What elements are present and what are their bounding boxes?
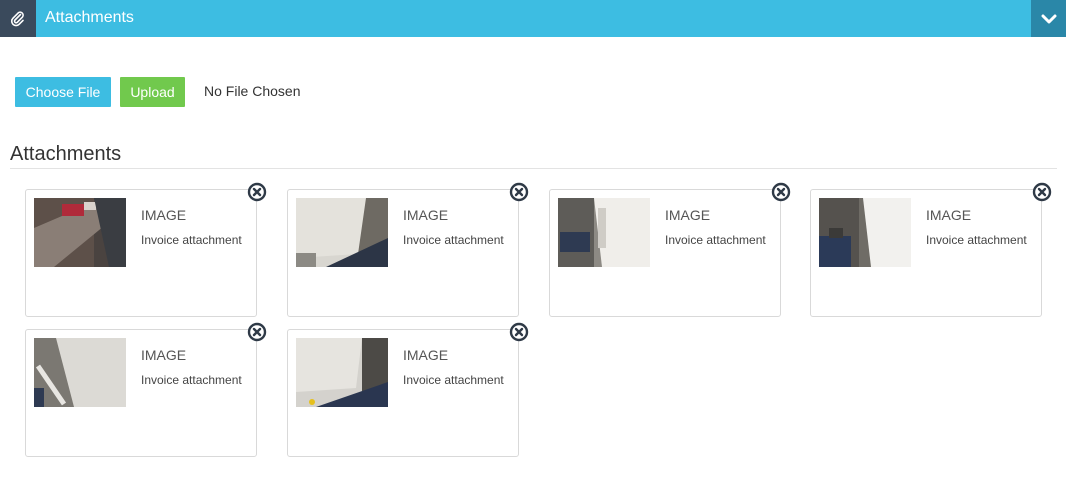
- attachment-type: IMAGE: [926, 207, 972, 223]
- attachment-card: IMAGE Invoice attachment: [287, 322, 529, 457]
- attachment-type: IMAGE: [665, 207, 711, 223]
- attachment-card: IMAGE Invoice attachment: [25, 322, 267, 457]
- attachment-thumbnail[interactable]: [296, 338, 388, 407]
- chevron-down-icon: [1041, 14, 1056, 23]
- attachment-card: IMAGE Invoice attachment: [810, 182, 1052, 317]
- collapse-toggle-button[interactable]: [1031, 0, 1066, 37]
- attachment-type: IMAGE: [141, 207, 187, 223]
- header-icon-box: [0, 0, 36, 37]
- remove-attachment-icon[interactable]: [247, 322, 267, 342]
- attachment-description: Invoice attachment: [403, 373, 504, 387]
- attachment-description: Invoice attachment: [141, 373, 242, 387]
- upload-button[interactable]: Upload: [120, 77, 185, 107]
- attachment-thumbnail[interactable]: [34, 338, 126, 407]
- remove-attachment-icon[interactable]: [1032, 182, 1052, 202]
- section-title: Attachments: [10, 143, 122, 165]
- attachment-thumbnail[interactable]: [558, 198, 650, 267]
- attachment-description: Invoice attachment: [665, 233, 766, 247]
- remove-attachment-icon[interactable]: [509, 322, 529, 342]
- attachment-type: IMAGE: [141, 347, 187, 363]
- attachment-description: Invoice attachment: [141, 233, 242, 247]
- remove-attachment-icon[interactable]: [247, 182, 267, 202]
- attachment-thumbnail[interactable]: [34, 198, 126, 267]
- attachment-type: IMAGE: [403, 347, 449, 363]
- attachments-panel-header: Attachments: [0, 0, 1066, 37]
- panel-title: Attachments: [45, 9, 134, 26]
- remove-attachment-icon[interactable]: [509, 182, 529, 202]
- choose-file-button[interactable]: Choose File: [15, 77, 111, 107]
- remove-attachment-icon[interactable]: [771, 182, 791, 202]
- section-divider: [10, 168, 1057, 169]
- attachment-card: IMAGE Invoice attachment: [549, 182, 791, 317]
- attachment-type: IMAGE: [403, 207, 449, 223]
- paperclip-icon: [10, 10, 24, 26]
- attachment-thumbnail[interactable]: [819, 198, 911, 267]
- attachment-card: IMAGE Invoice attachment: [287, 182, 529, 317]
- attachment-description: Invoice attachment: [403, 233, 504, 247]
- attachment-thumbnail[interactable]: [296, 198, 388, 267]
- attachment-card: IMAGE Invoice attachment: [25, 182, 267, 317]
- file-status-text: No File Chosen: [204, 83, 301, 99]
- attachment-description: Invoice attachment: [926, 233, 1027, 247]
